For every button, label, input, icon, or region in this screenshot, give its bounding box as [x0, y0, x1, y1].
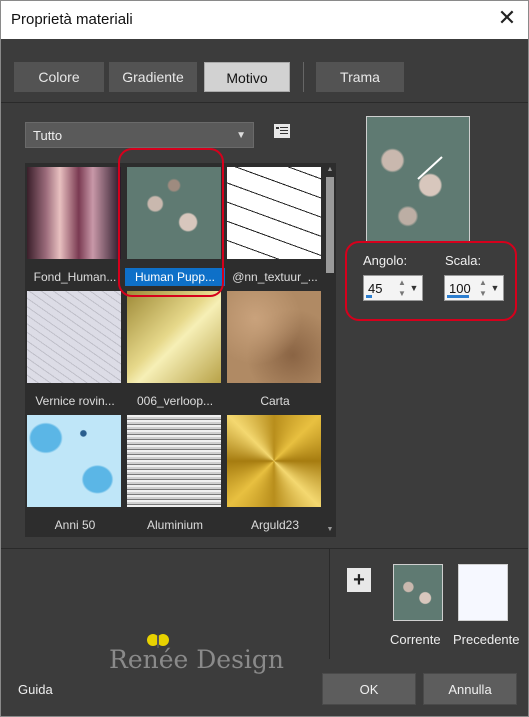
pattern-thumbnail[interactable]: [227, 167, 321, 259]
pattern-name: Arguld23: [250, 518, 300, 532]
pattern-thumbnail[interactable]: [127, 291, 221, 383]
divider: [329, 549, 330, 659]
tab-trama[interactable]: Trama: [316, 62, 404, 92]
pattern-preview: [366, 116, 470, 242]
pattern-thumbnail[interactable]: [27, 291, 121, 383]
previous-swatch[interactable]: [458, 564, 508, 621]
tab-gradiente[interactable]: Gradiente: [109, 62, 197, 92]
divider: [1, 102, 528, 103]
category-selected: Tutto: [33, 128, 63, 143]
pattern-name: Fond_Human...: [33, 270, 117, 284]
scrollbar-thumb[interactable]: [326, 177, 334, 273]
help-link[interactable]: Guida: [18, 682, 53, 697]
tab-motivo[interactable]: Motivo: [204, 62, 290, 92]
current-label: Corrente: [390, 632, 441, 647]
chevron-down-icon: ▼: [236, 130, 246, 141]
category-dropdown[interactable]: Tutto ▼: [25, 122, 254, 148]
scroll-down-icon[interactable]: ▼: [326, 526, 334, 534]
watermark-text: Renée Design: [109, 645, 285, 674]
pattern-name: Carta: [260, 394, 290, 408]
ok-button[interactable]: OK: [322, 673, 416, 705]
scroll-up-icon[interactable]: ▲: [326, 166, 334, 174]
divider: [1, 548, 528, 549]
material-properties-dialog: Proprietà materiali ✕ Colore Gradiente M…: [0, 0, 529, 717]
current-swatch[interactable]: [393, 564, 443, 621]
gallery-scrollbar[interactable]: ▲ ▼: [324, 163, 336, 537]
pattern-name: Vernice rovin...: [35, 394, 115, 408]
pattern-thumbnail[interactable]: [227, 291, 321, 383]
window-title: Proprietà materiali: [11, 11, 133, 28]
pattern-name: 006_verloop...: [136, 394, 214, 408]
tab-colore[interactable]: Colore: [14, 62, 104, 92]
close-icon[interactable]: ✕: [494, 7, 520, 33]
angle-line-icon: [417, 156, 443, 180]
tab-separator: [303, 62, 304, 92]
previous-label: Precedente: [453, 632, 520, 647]
title-bar: Proprietà materiali ✕: [1, 1, 528, 39]
pattern-name: @nn_textuur_...: [232, 270, 318, 284]
pattern-name: Anni 50: [54, 518, 96, 532]
add-swatch-button[interactable]: +: [347, 568, 371, 592]
list-options-icon[interactable]: [274, 124, 290, 138]
cancel-button[interactable]: Annulla: [423, 673, 517, 705]
pattern-name: Aluminium: [146, 518, 203, 532]
settings-highlight-ring: [345, 241, 517, 321]
pattern-thumbnail[interactable]: [27, 167, 121, 259]
pattern-thumbnail[interactable]: [127, 415, 221, 507]
pattern-thumbnail[interactable]: [227, 415, 321, 507]
selection-highlight-ring: [118, 148, 224, 297]
pattern-thumbnail[interactable]: [27, 415, 121, 507]
